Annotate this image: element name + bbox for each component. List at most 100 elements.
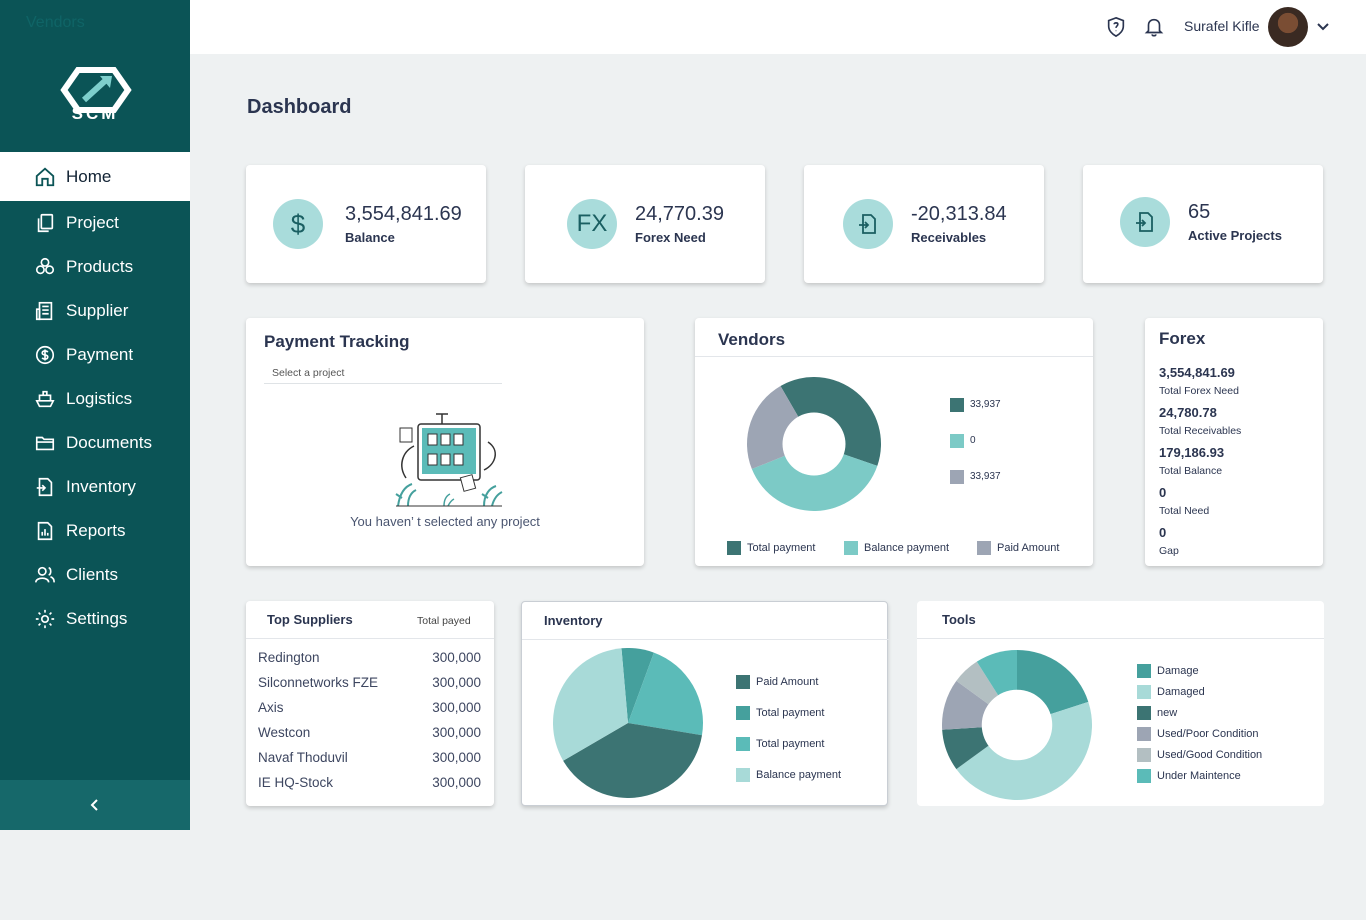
- sidebar-item-reports[interactable]: Reports: [0, 509, 190, 553]
- legend-swatch: [1137, 748, 1151, 762]
- dollar-icon: $: [273, 199, 323, 249]
- legend-swatch: [727, 541, 741, 555]
- stat-value: 3,554,841.69: [345, 203, 462, 225]
- forex-value: 179,186.93: [1159, 445, 1225, 460]
- legend-label: Total payment: [747, 542, 816, 554]
- legend-swatch: [950, 470, 964, 484]
- legend-label: Used/Poor Condition: [1157, 728, 1259, 740]
- legend-swatch: [950, 398, 964, 412]
- panel-title: Inventory: [544, 613, 603, 628]
- ship-icon: [34, 388, 56, 410]
- divider: [695, 356, 1093, 357]
- legend-swatch: [736, 768, 750, 782]
- sidebar-item-clients[interactable]: Clients: [0, 553, 190, 597]
- sidebar-item-label: Home: [66, 166, 112, 186]
- sidebar-item-supplier[interactable]: Supplier: [0, 289, 190, 333]
- legend-swatch: [736, 675, 750, 689]
- divider: [522, 639, 889, 640]
- forex-label: Total Forex Need: [1159, 385, 1239, 397]
- vendors-panel: Vendors 33,937 0 33,937 Total payment Ba…: [695, 318, 1093, 566]
- boxes-icon: [34, 256, 56, 278]
- payment-tracking-panel: Payment Tracking Select a project You ha…: [246, 318, 644, 566]
- file-import-icon: [34, 476, 56, 498]
- sidebar-ghost-text: Vendors: [26, 14, 85, 31]
- forex-label: Gap: [1159, 545, 1179, 557]
- user-name[interactable]: Surafel Kifle: [1184, 18, 1259, 34]
- sidebar-item-project[interactable]: Project: [0, 201, 190, 245]
- table-row[interactable]: IE HQ-Stock 300,000: [258, 775, 481, 790]
- sidebar-item-label: Project: [66, 213, 119, 232]
- sidebar-item-label: Payment: [66, 345, 134, 364]
- sidebar-item-label: Clients: [66, 565, 118, 584]
- donut-hole: [782, 412, 846, 476]
- fx-icon: FX: [567, 199, 617, 249]
- donut-hole: [981, 689, 1053, 761]
- forex-value: 24,780.78: [1159, 405, 1217, 420]
- table-row[interactable]: Axis 300,000: [258, 700, 481, 715]
- panel-title: Vendors: [718, 330, 786, 349]
- legend-label: new: [1157, 707, 1178, 719]
- sidebar-item-logistics[interactable]: Logistics: [0, 377, 190, 421]
- chevron-left-icon: [90, 799, 98, 811]
- legend-label: Balance payment: [864, 542, 949, 554]
- table-row[interactable]: Redington 300,000: [258, 650, 481, 665]
- avatar[interactable]: [1268, 7, 1308, 47]
- table-row[interactable]: Westcon 300,000: [258, 725, 481, 740]
- legend-label: Paid Amount: [756, 676, 819, 688]
- building-icon: [34, 300, 56, 322]
- forex-label: Total Need: [1159, 505, 1210, 517]
- sidebar-item-label: Products: [66, 257, 134, 276]
- project-select[interactable]: Select a project: [264, 364, 502, 384]
- inventory-pie-chart: [553, 648, 703, 798]
- vendors-donut-chart: [747, 377, 881, 511]
- sidebar-item-inventory[interactable]: Inventory: [0, 465, 190, 509]
- table-row[interactable]: Navaf Thoduvil 300,000: [258, 750, 481, 765]
- sidebar-item-settings[interactable]: Settings: [0, 597, 190, 641]
- sidebar-collapse-button[interactable]: [0, 780, 190, 830]
- divider: [246, 638, 494, 639]
- table-row[interactable]: Silconnetworks FZE 300,000: [258, 675, 481, 690]
- sidebar-item-payment[interactable]: Payment: [0, 333, 190, 377]
- legend-label: Damage: [1157, 665, 1199, 677]
- legend-swatch: [844, 541, 858, 555]
- file-import-icon: [843, 199, 893, 249]
- legend-swatch: [977, 541, 991, 555]
- copy-icon: [34, 212, 56, 234]
- report-icon: [34, 520, 56, 542]
- stat-label: Forex Need: [635, 230, 706, 245]
- panel-title: Top Suppliers: [267, 612, 353, 627]
- legend-swatch: [1137, 727, 1151, 741]
- sidebar-item-label: Reports: [66, 521, 126, 540]
- logo-text: SCM: [71, 104, 119, 123]
- chevron-down-icon[interactable]: [1316, 20, 1330, 34]
- bell-icon[interactable]: [1143, 16, 1165, 38]
- sidebar-item-documents[interactable]: Documents: [0, 421, 190, 465]
- top-bar: Surafel Kifle: [190, 0, 1366, 54]
- legend-swatch: [1137, 769, 1151, 783]
- sidebar-item-label: Documents: [66, 433, 152, 452]
- empty-illustration-icon: [395, 413, 503, 507]
- stat-value: -20,313.84: [911, 203, 1007, 225]
- sidebar-item-label: Logistics: [66, 389, 133, 408]
- forex-label: Total Receivables: [1159, 425, 1242, 437]
- stat-card-balance: $ 3,554,841.69 Balance: [246, 165, 486, 283]
- users-icon: [34, 564, 56, 586]
- page-title: Dashboard: [247, 96, 352, 118]
- sidebar-item-products[interactable]: Products: [0, 245, 190, 289]
- forex-value: 0: [1159, 525, 1167, 540]
- stat-label: Receivables: [911, 230, 987, 245]
- sidebar-item-home[interactable]: Home: [0, 152, 190, 201]
- inventory-panel: Inventory Paid Amount Total payment Tota…: [521, 601, 889, 806]
- legend-swatch: [1137, 664, 1151, 678]
- legend-swatch: [736, 737, 750, 751]
- divider: [917, 638, 1324, 639]
- sidebar-item-label: Settings: [66, 609, 128, 628]
- column-header: Total payed: [417, 615, 471, 627]
- legend-value: 0: [970, 435, 976, 446]
- legend-swatch: [736, 706, 750, 720]
- shield-question-icon[interactable]: [1105, 16, 1127, 38]
- sidebar-item-label: Supplier: [66, 301, 129, 320]
- sidebar-item-label: Inventory: [66, 477, 136, 496]
- legend-label: Used/Good Condition: [1157, 749, 1263, 761]
- forex-panel: Forex 3,554,841.69 Total Forex Need 24,7…: [1145, 318, 1323, 566]
